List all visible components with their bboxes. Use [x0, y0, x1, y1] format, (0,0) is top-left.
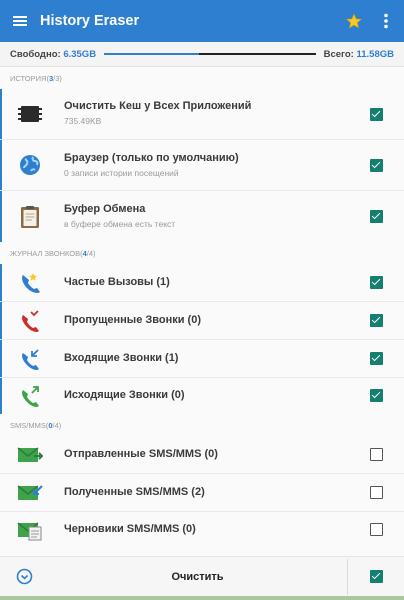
- storage-progress: [104, 53, 316, 55]
- selected-accent: [0, 140, 2, 190]
- list-item-incoming-calls[interactable]: Входящие Звонки (1): [0, 340, 404, 377]
- checkbox-outgoing-calls[interactable]: [370, 389, 383, 402]
- section-label: ИСТОРИЯ: [10, 73, 47, 83]
- checkbox-incoming-calls[interactable]: [370, 352, 383, 365]
- item-subtitle: 735.49KB: [64, 116, 102, 126]
- list-item-frequent-calls[interactable]: Частые Вызовы (1): [0, 264, 404, 301]
- star-icon[interactable]: [340, 13, 368, 29]
- storage-progress-fill: [104, 53, 200, 55]
- list-item-clipboard[interactable]: Буфер Обмена в буфере обмена есть текст: [0, 191, 404, 242]
- list-item-browser[interactable]: Браузер (только по умолчанию) 0 записи и…: [0, 140, 404, 190]
- section-label: SMS/MMS: [10, 420, 46, 430]
- item-subtitle: 0 записи истории посещений: [64, 168, 179, 178]
- section-header-call-log: ЖУРНАЛ ЗВОНКОВ(4/4): [0, 242, 404, 264]
- selected-accent: [0, 340, 2, 377]
- list-item-missed-calls[interactable]: Пропущенные Звонки (0): [0, 302, 404, 339]
- checkbox-frequent-calls[interactable]: [370, 276, 383, 289]
- storage-bar: Свободно: 6.35GB Всего: 11.58GB: [0, 42, 404, 67]
- menu-icon[interactable]: [0, 0, 40, 42]
- item-label: Буфер Обмена: [64, 203, 146, 215]
- item-label: Черновики SMS/MMS (0): [64, 523, 196, 535]
- selected-accent: [0, 264, 2, 301]
- sms-received-icon: [16, 479, 44, 507]
- clipboard-icon: [16, 203, 44, 231]
- app-bar: History Eraser: [0, 0, 404, 42]
- section-paren: ): [59, 73, 62, 83]
- checkbox-missed-calls[interactable]: [370, 314, 383, 327]
- item-label: Отправленные SMS/MMS (0): [64, 448, 218, 460]
- checkbox-clear-cache[interactable]: [370, 108, 383, 121]
- item-label: Очистить Кеш у Всех Приложений: [64, 100, 252, 112]
- checkbox-draft-sms[interactable]: [370, 523, 383, 536]
- checkbox-browser[interactable]: [370, 159, 383, 172]
- sms-sent-icon: [16, 441, 44, 469]
- globe-icon: [16, 151, 44, 179]
- selected-accent: [0, 89, 2, 139]
- list-item-clear-cache[interactable]: Очистить Кеш у Всех Приложений 735.49KB: [0, 89, 404, 139]
- item-label: Исходящие Звонки (0): [64, 389, 185, 401]
- item-label: Входящие Звонки (1): [64, 352, 179, 364]
- free-label: Свободно:: [10, 48, 61, 60]
- selected-accent: [0, 191, 2, 242]
- list-item-draft-sms[interactable]: Черновики SMS/MMS (0): [0, 512, 404, 548]
- list-item-sent-sms[interactable]: Отправленные SMS/MMS (0): [0, 436, 404, 473]
- item-label: Пропущенные Звонки (0): [64, 314, 202, 326]
- selected-accent: [0, 302, 2, 339]
- phone-missed-icon: [16, 307, 44, 335]
- item-label: Полученные SMS/MMS (2): [64, 486, 205, 498]
- sms-draft-icon: [16, 516, 44, 544]
- section-paren: ): [58, 420, 62, 430]
- checkbox-sent-sms[interactable]: [370, 448, 383, 461]
- section-paren: ): [93, 248, 96, 258]
- phone-outgoing-icon: [16, 382, 44, 410]
- app-title: History Eraser: [40, 13, 140, 29]
- item-label: Браузер (только по умолчанию): [64, 152, 239, 164]
- item-subtitle: в буфере обмена есть текст: [64, 219, 176, 229]
- more-vert-icon[interactable]: [368, 13, 404, 29]
- selected-accent: [0, 378, 2, 414]
- section-header-sms: SMS/MMS(0/4): [0, 414, 404, 436]
- chip-icon: [16, 100, 44, 128]
- select-all-checkbox[interactable]: [370, 570, 383, 583]
- total-value: 11.58GB: [356, 48, 395, 60]
- free-value: 6.35GB: [63, 48, 97, 60]
- total-label: Всего:: [323, 48, 354, 60]
- bottom-strip: [0, 596, 404, 600]
- item-label: Частые Вызовы (1): [64, 276, 170, 288]
- phone-incoming-icon: [16, 345, 44, 373]
- checkbox-clipboard[interactable]: [370, 210, 383, 223]
- checkbox-received-sms[interactable]: [370, 486, 383, 499]
- clean-button[interactable]: Очистить: [140, 557, 255, 597]
- section-header-history: ИСТОРИЯ(3/3): [0, 67, 404, 89]
- phone-star-icon: [16, 269, 44, 297]
- list-item-outgoing-calls[interactable]: Исходящие Звонки (0): [0, 378, 404, 414]
- section-label: ЖУРНАЛ ЗВОНКОВ: [10, 248, 81, 258]
- footer-bar: Очистить: [0, 556, 404, 596]
- chevron-down-circle-icon[interactable]: [16, 568, 33, 585]
- divider: [347, 559, 348, 595]
- list-item-received-sms[interactable]: Полученные SMS/MMS (2): [0, 474, 404, 511]
